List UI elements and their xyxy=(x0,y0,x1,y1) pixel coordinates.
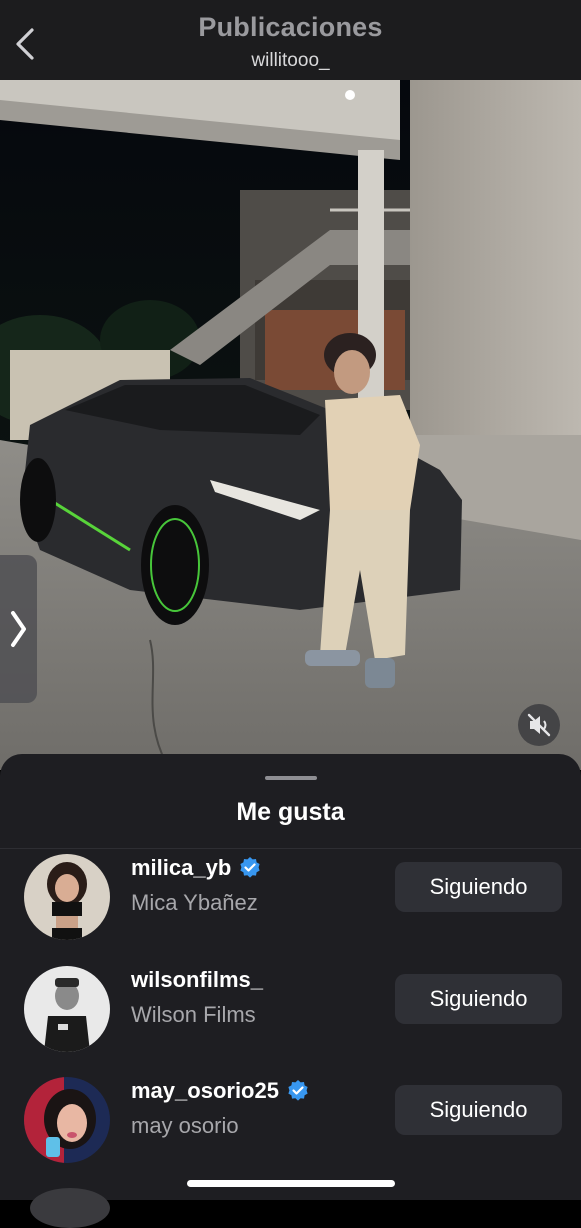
avatar[interactable] xyxy=(24,966,110,1052)
post-photo[interactable] xyxy=(0,80,581,770)
sheet-grabber[interactable] xyxy=(265,776,317,780)
likes-sheet: Me gusta milica_yb Mica Ybañez Siguiendo xyxy=(0,754,581,1200)
full-name: Wilson Films xyxy=(131,1002,256,1027)
sheet-title: Me gusta xyxy=(236,798,345,826)
list-item[interactable]: may_osorio25 may osorio Siguiendo xyxy=(0,1065,581,1165)
username-link[interactable]: may_osorio25 xyxy=(131,1078,310,1104)
username-link[interactable]: wilsonfilms_ xyxy=(131,967,263,993)
chevron-right-icon xyxy=(11,611,26,647)
following-button[interactable]: Siguiendo xyxy=(395,974,562,1024)
username-link[interactable]: milica_yb xyxy=(131,855,262,881)
username: may_osorio25 xyxy=(131,1078,279,1103)
full-name: may osorio xyxy=(131,1113,239,1138)
avatar[interactable] xyxy=(24,854,110,940)
verified-badge-icon xyxy=(288,1080,308,1101)
home-indicator[interactable] xyxy=(187,1180,395,1187)
following-button[interactable]: Siguiendo xyxy=(395,1085,562,1135)
mute-button[interactable] xyxy=(518,704,560,746)
page-title: Publicaciones xyxy=(198,12,383,42)
full-name: Mica Ybañez xyxy=(131,890,258,915)
post-author-username[interactable]: willitooo_ xyxy=(0,50,581,72)
username: milica_yb xyxy=(131,855,232,880)
verified-badge-icon xyxy=(240,857,260,878)
avatar[interactable] xyxy=(24,1077,110,1163)
following-button[interactable]: Siguiendo xyxy=(395,862,562,912)
top-navigation-bar: Publicaciones willitooo_ xyxy=(0,0,581,80)
avatar[interactable] xyxy=(30,1188,110,1228)
speaker-muted-icon xyxy=(527,713,551,737)
list-item[interactable]: wilsonfilms_ Wilson Films Siguiendo xyxy=(0,954,581,1054)
username: wilsonfilms_ xyxy=(131,967,264,992)
next-post-handle[interactable] xyxy=(0,555,37,703)
list-item[interactable]: milica_yb Mica Ybañez Siguiendo xyxy=(0,842,581,942)
